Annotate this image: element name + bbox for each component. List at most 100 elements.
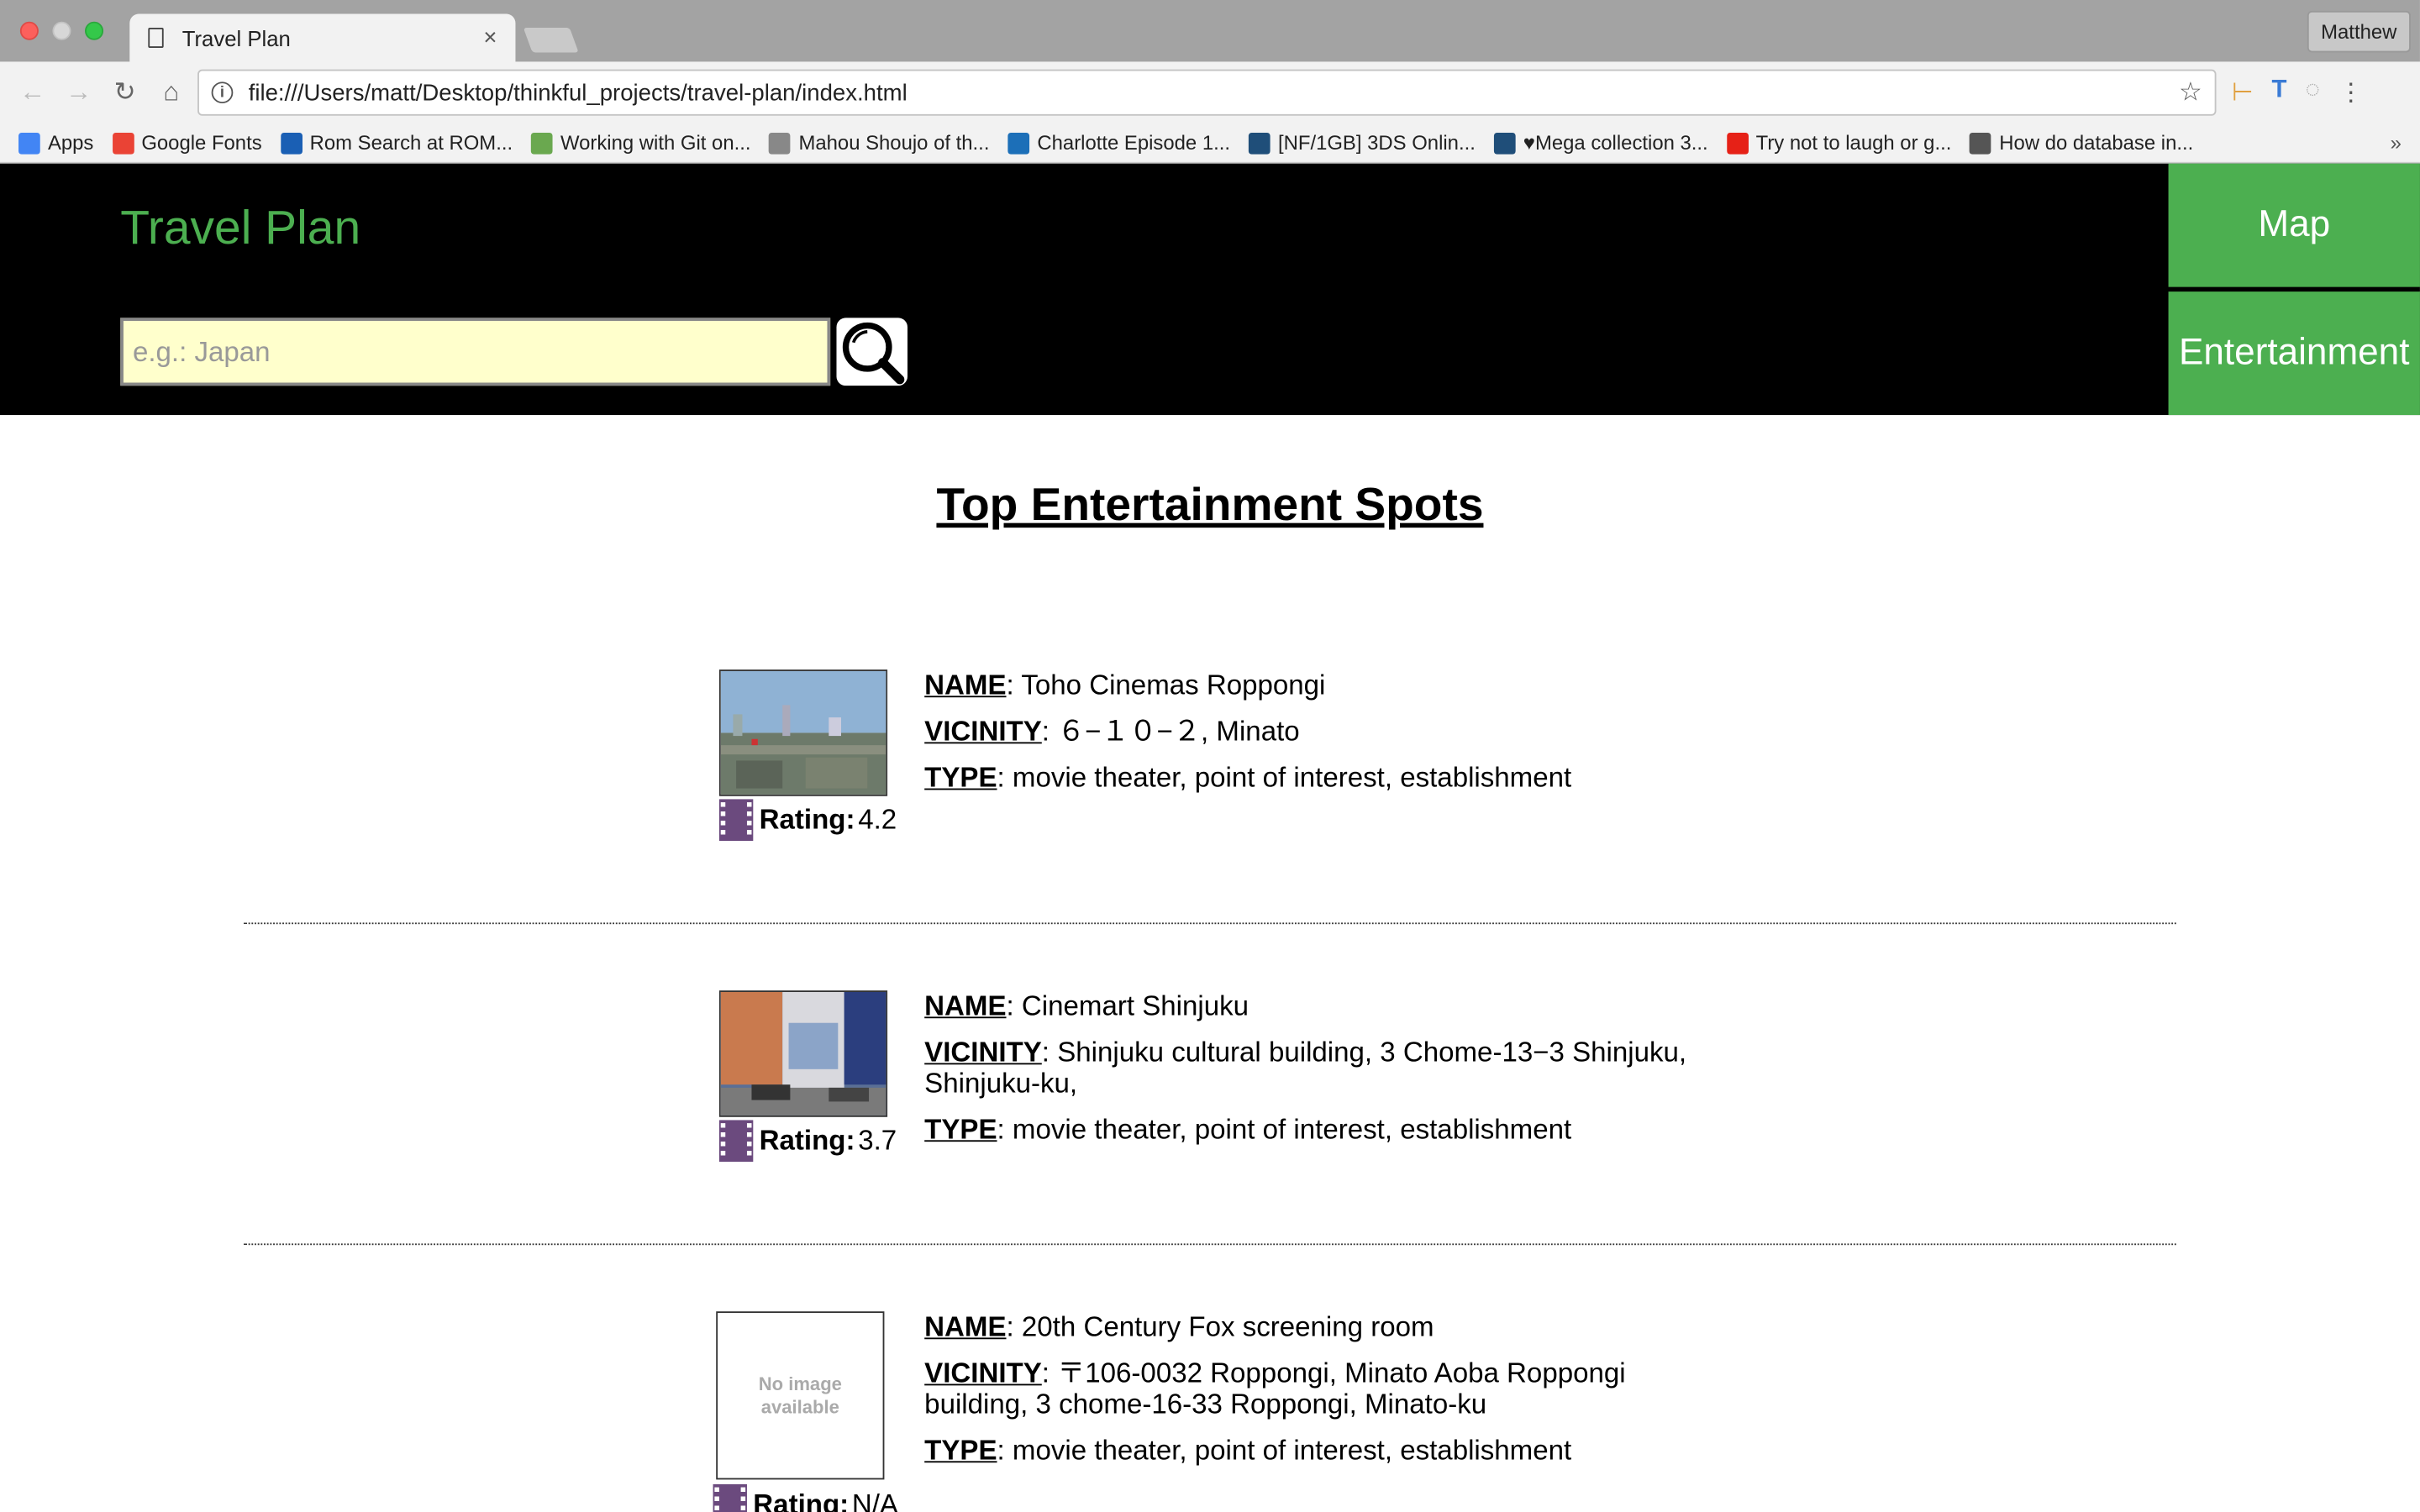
bookmark-item[interactable]: How do database in... [1970, 131, 2193, 155]
type-label: TYPE [924, 1114, 997, 1145]
extension-ruler-icon[interactable]: ⊢ [2232, 77, 2254, 108]
forward-arrow-icon[interactable]: → [55, 77, 102, 108]
home-icon[interactable]: ⌂ [148, 77, 194, 108]
bookmark-item[interactable]: ♥Mega collection 3... [1493, 131, 1708, 155]
address-bar[interactable]: i file:///Users/matt/Desktop/thinkful_pr… [197, 69, 2217, 116]
name-label: NAME [924, 990, 1007, 1021]
site-header: Travel Plan Map Entertainment [0, 163, 2420, 416]
bookmark-favicon-icon [280, 132, 302, 154]
bookmark-label: Working with Git on... [560, 131, 751, 155]
bookmark-label: Charlotte Episode 1... [1037, 131, 1231, 155]
document-icon [148, 28, 164, 48]
bookmark-favicon-icon [1970, 132, 1992, 154]
divider [244, 922, 2176, 925]
reload-icon[interactable]: ↻ [102, 77, 148, 108]
extension-circle-icon[interactable]: ◌ [2306, 77, 2320, 108]
maximize-window-button[interactable] [85, 21, 104, 40]
bookmark-label: Try not to laugh or g... [1755, 131, 1952, 155]
spot-rating: Rating: N/A [713, 1483, 898, 1512]
bookmark-item[interactable]: [NF/1GB] 3DS Onlin... [1249, 131, 1476, 155]
menu-kebab-icon[interactable]: ⋮ [2338, 77, 2363, 108]
browser-tab[interactable]: Travel Plan × [129, 13, 516, 62]
film-icon [718, 799, 754, 842]
search-input[interactable] [120, 318, 831, 386]
bookmark-favicon-icon [112, 132, 134, 154]
spot-rating: Rating: 4.2 [718, 799, 897, 842]
bookmark-favicon-icon [1493, 132, 1516, 154]
film-icon [718, 1120, 754, 1163]
spot-rating: Rating: 3.7 [718, 1120, 897, 1163]
bookmark-label: ♥Mega collection 3... [1523, 131, 1708, 155]
site-title: Travel Plan [120, 200, 361, 255]
info-icon[interactable]: i [211, 81, 234, 104]
vicinity-label: VICINITY [924, 1037, 1042, 1068]
bookmark-item[interactable]: Charlotte Episode 1... [1007, 131, 1231, 155]
bookmark-label: [NF/1GB] 3DS Onlin... [1277, 131, 1476, 155]
url-text[interactable]: file:///Users/matt/Desktop/thinkful_proj… [249, 80, 2179, 106]
vicinity-label: VICINITY [924, 1357, 1042, 1389]
rating-label: Rating: [753, 1488, 850, 1512]
tab-title: Travel Plan [182, 25, 291, 50]
profile-button[interactable]: Matthew [2307, 10, 2411, 53]
bookmark-favicon-icon [1726, 132, 1749, 154]
name-label: NAME [924, 669, 1007, 701]
rating-value: 3.7 [858, 1124, 897, 1156]
spot-thumbnail [718, 990, 888, 1117]
search-button[interactable] [836, 318, 908, 386]
no-image-placeholder: No image available [716, 1311, 885, 1480]
nav-map-link[interactable]: Map [2168, 163, 2420, 287]
bookmark-item[interactable]: Working with Git on... [531, 131, 751, 155]
spot-details: NAME: Cinemart Shinjuku VICINITY: Shinju… [924, 990, 1687, 1145]
main-content: Top Entertainment Spots Rating: 4.2 NAME… [0, 415, 2420, 1512]
extension-t-icon[interactable]: T [2272, 77, 2287, 108]
type-label: TYPE [924, 1435, 997, 1466]
rating-label: Rating: [759, 803, 855, 835]
minimize-window-button[interactable] [52, 21, 71, 40]
bookmark-favicon-icon [1249, 132, 1270, 154]
nav-entertainment-link[interactable]: Entertainment [2168, 291, 2420, 416]
bookmark-item[interactable]: Google Fonts [112, 131, 262, 155]
spot-name: Cinemart Shinjuku [1021, 990, 1249, 1021]
bookmarks-bar: Apps Google Fonts Rom Search at ROM... Work… [0, 123, 2420, 164]
spot-vicinity: ６−１０−２, Minato [1057, 716, 1300, 747]
back-arrow-icon[interactable]: ← [9, 77, 55, 108]
spot-type: movie theater, point of interest, establ… [1012, 762, 1572, 794]
browser-toolbar: ← → ↻ ⌂ i file:///Users/matt/Desktop/thi… [0, 61, 2420, 123]
bookmark-star-icon[interactable]: ☆ [2179, 77, 2202, 108]
bookmark-item[interactable]: Apps [18, 131, 93, 155]
divider [244, 1243, 2176, 1246]
new-tab-button[interactable] [523, 28, 579, 53]
spot-details: NAME: Toho Cinemas Roppongi VICINITY: ６−… [924, 669, 1572, 794]
bookmark-favicon-icon [769, 132, 792, 154]
spot-type: movie theater, point of interest, establ… [1012, 1435, 1572, 1466]
rating-label: Rating: [759, 1124, 855, 1156]
magnifier-icon [842, 322, 905, 385]
extension-icons: ⊢ T ◌ ⋮ [2232, 77, 2364, 108]
name-label: NAME [924, 1311, 1007, 1342]
bookmark-item[interactable]: Rom Search at ROM... [280, 131, 513, 155]
film-icon [713, 1483, 747, 1512]
spot-name: Toho Cinemas Roppongi [1021, 669, 1326, 701]
spot-thumbnail [718, 669, 888, 796]
bookmarks-overflow-icon[interactable]: » [2391, 131, 2402, 155]
type-label: TYPE [924, 762, 997, 794]
bookmark-label: Google Fonts [141, 131, 262, 155]
bookmark-label: Apps [47, 131, 94, 155]
bookmark-favicon-icon [531, 132, 553, 154]
bookmark-label: Rom Search at ROM... [309, 131, 513, 155]
bookmark-favicon-icon [1007, 132, 1030, 154]
bookmark-label: Mahou Shoujo of th... [798, 131, 990, 155]
page-title: Top Entertainment Spots [936, 480, 1484, 531]
browser-tab-bar: Travel Plan × Matthew [0, 0, 2420, 62]
bookmark-item[interactable]: Try not to laugh or g... [1726, 131, 1952, 155]
bookmark-label: How do database in... [1999, 131, 2194, 155]
bookmark-item[interactable]: Mahou Shoujo of th... [769, 131, 990, 155]
close-window-button[interactable] [19, 21, 39, 40]
site-nav: Map Entertainment [2168, 163, 2420, 420]
vicinity-label: VICINITY [924, 716, 1042, 747]
window-controls [19, 21, 104, 40]
spot-type: movie theater, point of interest, establ… [1012, 1114, 1572, 1145]
rating-value: N/A [851, 1488, 898, 1512]
rating-value: 4.2 [858, 803, 897, 835]
tab-close-icon[interactable]: × [483, 24, 497, 50]
